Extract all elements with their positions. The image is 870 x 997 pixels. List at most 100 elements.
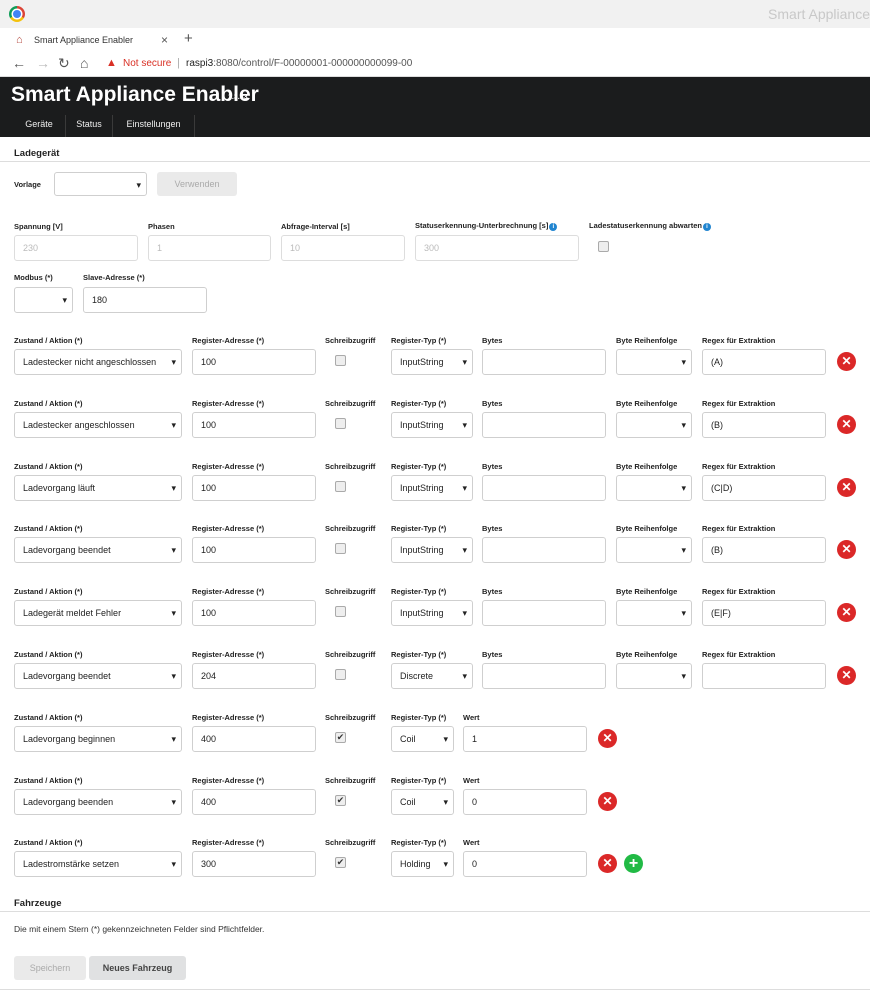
delete-icon[interactable]: ✕ — [837, 666, 856, 685]
register-adresse-input[interactable]: 100 — [192, 349, 316, 375]
byte-reihenfolge-select[interactable] — [616, 475, 692, 501]
register-adresse-input[interactable]: 204 — [192, 663, 316, 689]
register-adresse-input[interactable]: 100 — [192, 475, 316, 501]
register-typ-select[interactable]: InputString — [391, 349, 473, 375]
bytes-input[interactable] — [482, 537, 606, 563]
schreibzugriff-checkbox[interactable] — [335, 606, 346, 617]
schreibzugriff-checkbox[interactable]: ✔ — [335, 795, 346, 806]
browser-toolbar: ← → ↻ ⌂ ▲ Not secure | raspi3:8080/contr… — [0, 52, 870, 77]
schreibzugriff-checkbox[interactable]: ✔ — [335, 732, 346, 743]
not-secure-label[interactable]: Not secure — [123, 58, 171, 69]
neues-fahrzeug-button[interactable]: Neues Fahrzeug — [89, 956, 186, 980]
schreibzugriff-checkbox[interactable] — [335, 418, 346, 429]
regex-input[interactable]: (C|D) — [702, 475, 826, 501]
delete-icon[interactable]: ✕ — [598, 854, 617, 873]
delete-icon[interactable]: ✕ — [598, 729, 617, 748]
regex-input[interactable]: (B) — [702, 412, 826, 438]
forward-icon[interactable]: → — [36, 55, 50, 71]
delete-icon[interactable]: ✕ — [837, 540, 856, 559]
regex-input[interactable] — [702, 663, 826, 689]
wert-input[interactable]: 1 — [463, 726, 587, 752]
regex-input[interactable]: (E|F) — [702, 600, 826, 626]
speichern-button[interactable]: Speichern — [14, 956, 86, 980]
new-tab-icon[interactable]: + — [184, 30, 193, 47]
phasen-input[interactable]: 1 — [148, 235, 271, 261]
byte-reihenfolge-label: Byte Reihenfolge — [616, 587, 678, 596]
register-typ-select[interactable]: Coil — [391, 789, 454, 815]
register-adresse-input[interactable]: 400 — [192, 789, 316, 815]
info-icon[interactable]: i — [549, 223, 558, 231]
zustand-select[interactable]: Ladegerät meldet Fehler — [14, 600, 182, 626]
zustand-select[interactable]: Ladevorgang beginnen — [14, 726, 182, 752]
bytes-input[interactable] — [482, 600, 606, 626]
zustand-select[interactable]: Ladestecker angeschlossen — [14, 412, 182, 438]
byte-reihenfolge-select[interactable] — [616, 600, 692, 626]
bytes-input[interactable] — [482, 412, 606, 438]
register-adresse-input[interactable]: 100 — [192, 600, 316, 626]
byte-reihenfolge-select[interactable] — [616, 349, 692, 375]
regex-input[interactable]: (A) — [702, 349, 826, 375]
register-typ-select[interactable]: InputString — [391, 537, 473, 563]
register-typ-select[interactable]: InputString — [391, 412, 473, 438]
delete-icon[interactable]: ✕ — [837, 415, 856, 434]
back-icon[interactable]: ← — [12, 55, 26, 71]
byte-reihenfolge-select[interactable] — [616, 412, 692, 438]
menu-status[interactable]: Status — [66, 115, 113, 137]
statuserkennung-label: Statuserkennung-Unterbrechnung [s] i — [415, 221, 558, 231]
menu-einstellungen[interactable]: Einstellungen — [113, 115, 195, 137]
register-adresse-input[interactable]: 100 — [192, 412, 316, 438]
info-icon[interactable]: i — [702, 223, 711, 231]
zustand-select[interactable]: Ladestecker nicht angeschlossen — [14, 349, 182, 375]
home-icon[interactable]: ⌂ — [80, 55, 88, 71]
footer-divider — [0, 989, 870, 990]
schreibzugriff-checkbox[interactable]: ✔ — [335, 857, 346, 868]
byte-reihenfolge-select[interactable] — [616, 537, 692, 563]
register-adresse-input[interactable]: 400 — [192, 726, 316, 752]
reload-icon[interactable]: ↻ — [58, 55, 70, 72]
address-bar[interactable]: raspi3:8080/control/F-00000001-000000000… — [186, 58, 412, 69]
zustand-select[interactable]: Ladevorgang beendet — [14, 663, 182, 689]
register-typ-label: Register-Typ (*) — [391, 713, 447, 722]
spannung-input[interactable]: 230 — [14, 235, 138, 261]
bytes-input[interactable] — [482, 349, 606, 375]
bytes-input[interactable] — [482, 663, 606, 689]
warning-icon[interactable]: ▲ — [106, 57, 117, 69]
delete-icon[interactable]: ✕ — [837, 603, 856, 622]
browser-tab[interactable]: ⌂ Smart Appliance Enabler × — [8, 30, 178, 52]
tab-close-icon[interactable]: × — [161, 33, 168, 47]
schreibzugriff-checkbox[interactable] — [335, 355, 346, 366]
register-adresse-input[interactable]: 100 — [192, 537, 316, 563]
bytes-input[interactable] — [482, 475, 606, 501]
register-typ-select[interactable]: InputString — [391, 600, 473, 626]
bytes-label: Bytes — [482, 336, 503, 345]
modbus-select[interactable] — [14, 287, 73, 313]
register-typ-select[interactable]: InputString — [391, 475, 473, 501]
regex-input[interactable]: (B) — [702, 537, 826, 563]
zustand-select[interactable]: Ladestromstärke setzen — [14, 851, 182, 877]
menu-geraete[interactable]: Geräte — [13, 115, 66, 137]
zustand-select[interactable]: Ladevorgang beendet — [14, 537, 182, 563]
ladestatuserkennung-checkbox[interactable] — [598, 241, 609, 252]
byte-reihenfolge-select[interactable] — [616, 663, 692, 689]
zustand-select[interactable]: Ladevorgang beenden — [14, 789, 182, 815]
register-typ-select[interactable]: Discrete — [391, 663, 473, 689]
add-icon[interactable]: + — [624, 854, 643, 873]
vorlage-select[interactable] — [54, 172, 147, 196]
regex-label: Regex für Extraktion — [702, 587, 776, 596]
delete-icon[interactable]: ✕ — [837, 478, 856, 497]
register-adresse-input[interactable]: 300 — [192, 851, 316, 877]
slave-adresse-input[interactable]: 180 — [83, 287, 207, 313]
wert-input[interactable]: 0 — [463, 851, 587, 877]
delete-icon[interactable]: ✕ — [598, 792, 617, 811]
delete-icon[interactable]: ✕ — [837, 352, 856, 371]
schreibzugriff-checkbox[interactable] — [335, 481, 346, 492]
register-typ-select[interactable]: Holding — [391, 851, 454, 877]
register-typ-select[interactable]: Coil — [391, 726, 454, 752]
zustand-select[interactable]: Ladevorgang läuft — [14, 475, 182, 501]
schreibzugriff-checkbox[interactable] — [335, 669, 346, 680]
statuserkennung-input[interactable]: 300 — [415, 235, 579, 261]
wert-input[interactable]: 0 — [463, 789, 587, 815]
schreibzugriff-checkbox[interactable] — [335, 543, 346, 554]
abfrage-interval-input[interactable]: 10 — [281, 235, 405, 261]
verwenden-button[interactable]: Verwenden — [157, 172, 237, 196]
